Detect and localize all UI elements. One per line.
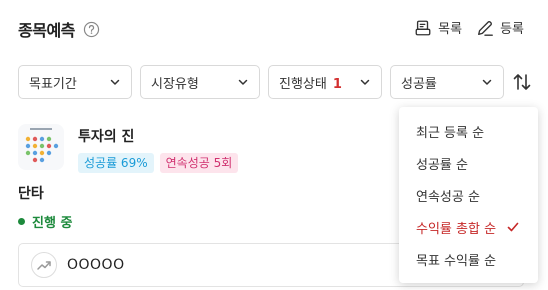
status-label: 진행상태 <box>279 76 327 92</box>
progress-status: 진행 중 <box>18 212 72 231</box>
status-select[interactable]: 진행상태 1 <box>268 65 382 99</box>
header-actions: 목록 등록 <box>414 18 524 37</box>
status-text: 진행 중 <box>32 216 73 231</box>
menu-item-success-rate[interactable]: 성공률 순 <box>399 147 538 179</box>
menu-item-label: 최근 등록 순 <box>416 125 485 141</box>
sort-button[interactable] <box>512 65 532 99</box>
menu-item-recent[interactable]: 최근 등록 순 <box>399 115 538 147</box>
status-count: 1 <box>332 76 342 92</box>
menu-item-label: 성공률 순 <box>416 157 468 173</box>
goal-period-select[interactable]: 목표기간 <box>18 65 132 99</box>
menu-item-streak[interactable]: 연속성공 순 <box>399 179 538 211</box>
item-title: 투자의 진 <box>78 129 135 145</box>
list-icon <box>415 20 431 35</box>
prediction-item[interactable]: 투자의 진 성공률 69% 연속성공 5회 <box>18 124 239 173</box>
page-header: 종목예측 <box>18 18 100 40</box>
list-button[interactable]: 목록 <box>414 18 462 37</box>
menu-item-label: 목표 수익률 순 <box>416 253 497 269</box>
list-label: 목록 <box>438 22 463 37</box>
stock-name: OOOOO <box>67 257 125 273</box>
sort-arrows-icon <box>513 74 531 90</box>
status-select-text: 진행상태 1 <box>279 73 342 92</box>
sort-dropdown-menu: 최근 등록 순 성공률 순 연속성공 순 수익률 총합 순 목표 수익률 순 <box>399 107 538 283</box>
streak-badge: 연속성공 5회 <box>159 153 239 173</box>
filter-bar: 목표기간 시장유형 진행상태 1 성공률 <box>18 65 531 99</box>
menu-item-total-return[interactable]: 수익률 총합 순 <box>399 211 538 243</box>
chevron-down-icon <box>482 79 492 85</box>
trend-icon <box>31 252 57 278</box>
menu-item-label: 연속성공 순 <box>416 189 480 205</box>
item-badges: 성공률 69% 연속성공 5회 <box>78 153 239 173</box>
page-title: 종목예측 <box>18 21 75 40</box>
market-type-label: 시장유형 <box>151 76 199 92</box>
item-thumbnail <box>18 124 64 170</box>
register-label: 등록 <box>500 22 524 37</box>
chevron-down-icon <box>360 79 370 85</box>
question-circle-icon[interactable] <box>83 21 100 38</box>
chevron-down-icon <box>238 79 248 85</box>
register-button[interactable]: 등록 <box>476 18 524 37</box>
menu-item-label: 수익률 총합 순 <box>416 221 497 237</box>
pencil-icon <box>478 20 493 36</box>
success-rate-badge: 성공률 69% <box>78 153 154 173</box>
menu-item-target-return[interactable]: 목표 수익률 순 <box>399 243 538 275</box>
trade-type-label: 단타 <box>18 186 44 202</box>
status-dot-icon <box>18 218 25 225</box>
success-rate-label: 성공률 <box>401 76 437 92</box>
chevron-down-icon <box>110 79 120 85</box>
success-rate-select[interactable]: 성공률 <box>390 65 504 99</box>
item-info: 투자의 진 성공률 69% 연속성공 5회 <box>78 124 239 173</box>
check-icon <box>507 222 519 232</box>
goal-period-label: 목표기간 <box>29 76 77 92</box>
market-type-select[interactable]: 시장유형 <box>140 65 260 99</box>
